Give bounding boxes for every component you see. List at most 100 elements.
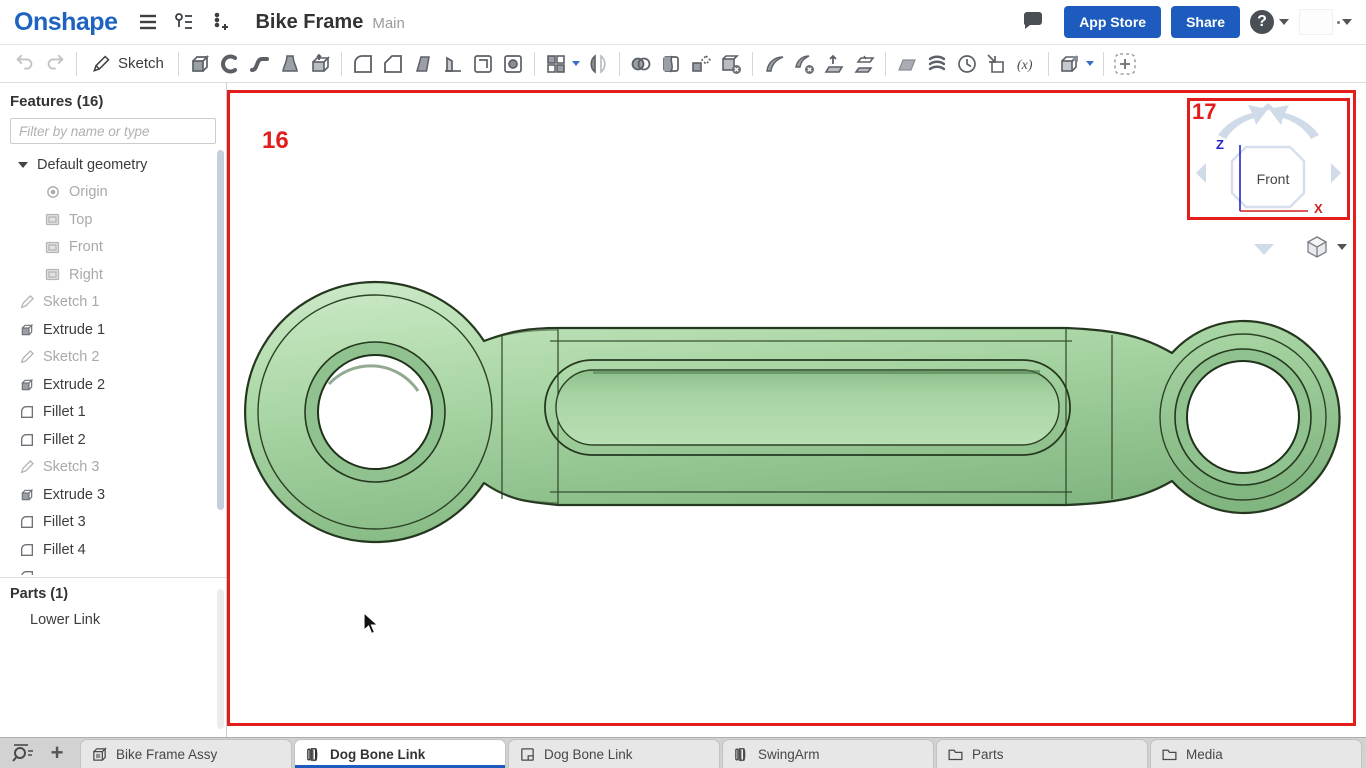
feature-fillet-2[interactable]: Fillet 2 — [0, 426, 216, 454]
hamburger-menu-icon[interactable] — [133, 7, 163, 37]
feature-label: Fillet 3 — [43, 514, 86, 530]
modify-fillet-icon[interactable] — [759, 49, 789, 79]
add-tab-button[interactable]: + — [40, 739, 74, 767]
assembly-icon — [91, 746, 108, 763]
feature-label: Right — [69, 267, 103, 283]
replace-face-icon[interactable] — [849, 49, 879, 79]
feature-right-plane[interactable]: Right — [0, 261, 216, 289]
thicken-icon[interactable] — [305, 49, 335, 79]
tab-bike-frame-assy[interactable]: Bike Frame Assy — [80, 739, 292, 768]
feature-label: Default geometry — [37, 157, 147, 173]
insert-version-icon[interactable] — [205, 7, 235, 37]
tab-media-folder[interactable]: Media — [1150, 739, 1362, 768]
feature-default-geometry[interactable]: Default geometry — [0, 151, 216, 179]
feature-extrude-3[interactable]: Extrude 3 — [0, 481, 216, 509]
delete-part-icon[interactable] — [716, 49, 746, 79]
share-button[interactable]: Share — [1171, 6, 1240, 38]
sketch-button[interactable]: Sketch — [83, 49, 172, 79]
feature-toolbar: Sketch — [0, 45, 1366, 83]
document-title: Bike Frame — [255, 11, 363, 34]
account-menu[interactable] — [1299, 9, 1352, 35]
move-face-icon[interactable] — [819, 49, 849, 79]
hole-icon[interactable] — [498, 49, 528, 79]
fillet-icon[interactable] — [348, 49, 378, 79]
insert-toolbar-item-icon[interactable] — [1110, 49, 1140, 79]
tab-parts-folder[interactable]: Parts — [936, 739, 1148, 768]
rib-icon[interactable] — [438, 49, 468, 79]
custom-feature-dropdown-caret[interactable] — [1086, 61, 1094, 66]
help-menu[interactable]: ? — [1250, 10, 1289, 34]
feature-sketch-3[interactable]: Sketch 3 — [0, 454, 216, 482]
chamfer-icon[interactable] — [378, 49, 408, 79]
extrude-icon[interactable] — [185, 49, 215, 79]
svg-text:(x): (x) — [1017, 58, 1033, 73]
loft-icon[interactable] — [275, 49, 305, 79]
features-header: Features (16) — [0, 83, 226, 110]
redo-icon[interactable] — [40, 49, 70, 79]
shell-icon[interactable] — [468, 49, 498, 79]
onshape-logo[interactable]: Onshape — [14, 8, 117, 37]
variable-icon[interactable]: (x) — [1012, 49, 1042, 79]
part-right-hole[interactable] — [1187, 361, 1299, 473]
feature-sketch-2[interactable]: Sketch 2 — [0, 344, 216, 372]
sidebar-scrollbar-thumb[interactable] — [217, 150, 224, 510]
avatar[interactable] — [1299, 9, 1333, 35]
pattern-dropdown-caret[interactable] — [572, 61, 580, 66]
tab-label: Dog Bone Link — [544, 747, 633, 762]
feature-fillet-3[interactable]: Fillet 3 — [0, 509, 216, 537]
feature-sketch-1[interactable]: Sketch 1 — [0, 289, 216, 317]
feature-label: Sketch 3 — [43, 459, 99, 475]
part-lower-link-model[interactable] — [240, 273, 1350, 553]
feature-list-panel: Features (16) Default geometry Origin To… — [0, 83, 227, 737]
chat-icon[interactable] — [1018, 7, 1048, 37]
undo-icon[interactable] — [10, 49, 40, 79]
feature-origin[interactable]: Origin — [0, 179, 216, 207]
chevron-down-icon[interactable] — [18, 162, 28, 168]
linear-pattern-icon[interactable] — [541, 49, 571, 79]
tab-dog-bone-link-part-studio[interactable]: Dog Bone Link — [294, 739, 506, 768]
revolve-icon[interactable] — [215, 49, 245, 79]
boolean-icon[interactable] — [626, 49, 656, 79]
part-studio-icon — [733, 746, 750, 763]
feature-fillet-4[interactable]: Fillet 4 — [0, 536, 216, 564]
feature-label: Fillet 1 — [43, 404, 86, 420]
feature-extrude-1[interactable]: Extrude 1 — [0, 316, 216, 344]
split-icon[interactable] — [656, 49, 686, 79]
mirror-icon[interactable] — [583, 49, 613, 79]
feature-fillet-1[interactable]: Fillet 1 — [0, 399, 216, 427]
part-lower-link[interactable]: Lower Link — [0, 606, 226, 633]
part-pocket-floor[interactable] — [556, 370, 1059, 445]
feature-label: Extrude 1 — [43, 322, 105, 338]
manage-tabs-icon[interactable] — [6, 739, 40, 767]
feature-front-plane[interactable]: Front — [0, 234, 216, 262]
view-cube[interactable]: 17 Z X Front — [1187, 98, 1350, 220]
viewcube-rotate-down-arrow[interactable] — [1251, 241, 1277, 257]
graphics-area[interactable]: 16 — [227, 83, 1366, 737]
versions-icon[interactable] — [169, 7, 199, 37]
delete-face-icon[interactable] — [789, 49, 819, 79]
feature-extrude-2[interactable]: Extrude 2 — [0, 371, 216, 399]
part-left-hole[interactable] — [318, 355, 432, 469]
display-mode-cube-icon — [1305, 235, 1329, 259]
help-icon[interactable]: ? — [1250, 10, 1274, 34]
view-settings-dropdown[interactable] — [1305, 235, 1347, 259]
fillet-icon — [18, 514, 35, 531]
top-bar: Onshape Bike Frame Main App Store Share … — [0, 0, 1366, 45]
viewcube-face-label[interactable]: Front — [1240, 171, 1306, 187]
tab-swingarm[interactable]: SwingArm — [722, 739, 934, 768]
tab-dog-bone-link-drawing[interactable]: Dog Bone Link — [508, 739, 720, 768]
app-store-button[interactable]: App Store — [1064, 6, 1161, 38]
feature-top-plane[interactable]: Top — [0, 206, 216, 234]
derived-icon[interactable] — [982, 49, 1012, 79]
custom-feature-icon[interactable] — [1055, 49, 1085, 79]
feature-partially-hidden[interactable] — [0, 564, 216, 576]
transform-icon[interactable] — [686, 49, 716, 79]
parts-scrollbar-track[interactable] — [217, 589, 224, 729]
folder-icon — [947, 746, 964, 763]
helix-icon[interactable] — [922, 49, 952, 79]
plane-icon[interactable] — [892, 49, 922, 79]
rollback-bar-icon[interactable] — [952, 49, 982, 79]
sweep-icon[interactable] — [245, 49, 275, 79]
feature-filter-input[interactable] — [10, 118, 216, 144]
draft-icon[interactable] — [408, 49, 438, 79]
